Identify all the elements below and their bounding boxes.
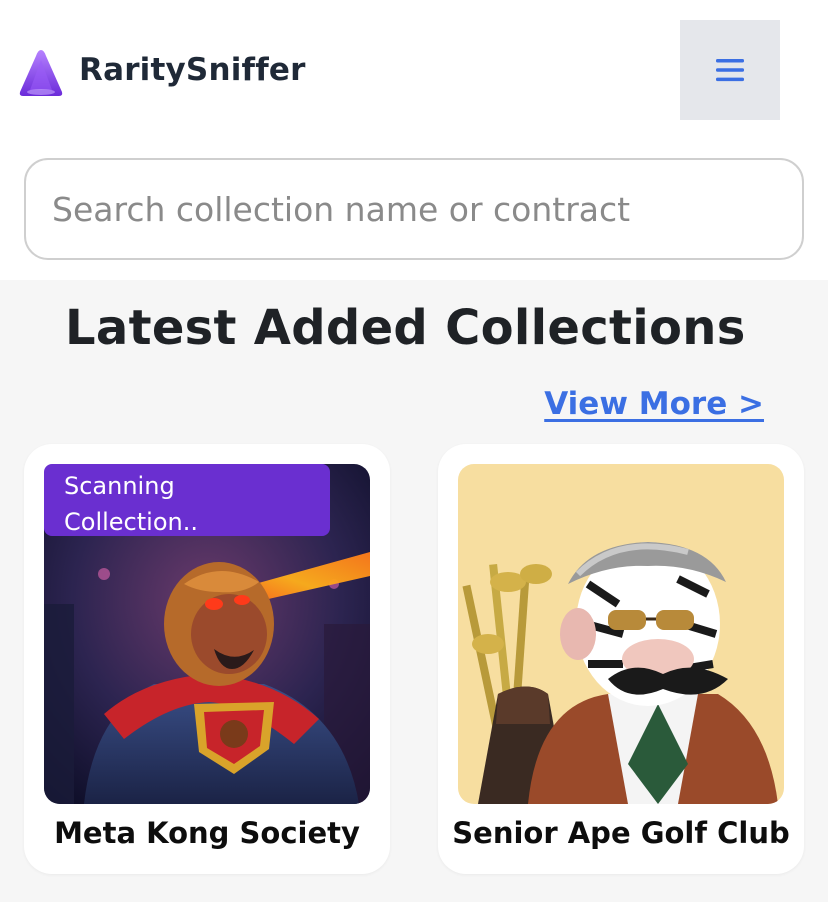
raritysniffer-logo-icon[interactable] xyxy=(16,46,66,100)
scanning-status-badge: Scanning Collection.. xyxy=(44,464,330,536)
brand-name[interactable]: RaritySniffer xyxy=(79,52,306,88)
collection-name[interactable]: Meta Kong Society xyxy=(24,816,390,850)
hamburger-icon xyxy=(716,59,744,82)
top-header: RaritySniffer xyxy=(0,0,828,140)
section-title: Latest Added Collections xyxy=(65,300,746,356)
menu-button[interactable] xyxy=(680,20,780,120)
view-more-link[interactable]: View More > xyxy=(544,386,764,422)
search-input[interactable] xyxy=(26,160,802,258)
collection-card-meta-kong-society[interactable]: Scanning Collection.. Meta Kong Society xyxy=(24,444,390,874)
collection-image[interactable] xyxy=(458,464,784,804)
collection-card-senior-ape-golf-club[interactable]: Senior Ape Golf Club xyxy=(438,444,804,874)
collection-name[interactable]: Senior Ape Golf Club xyxy=(438,816,804,850)
main-content: Latest Added Collections View More > Sca… xyxy=(0,280,828,902)
search-box xyxy=(24,158,804,260)
